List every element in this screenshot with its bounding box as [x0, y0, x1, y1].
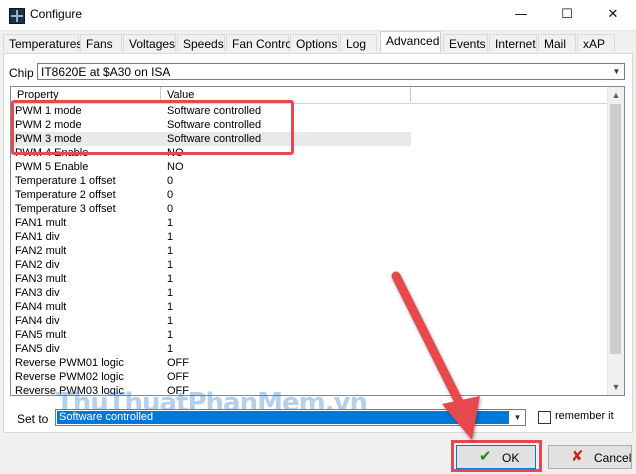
- property-cell: FAN4 mult: [15, 301, 67, 313]
- property-cell: Reverse PWM01 logic: [15, 357, 124, 369]
- title-bar: Configure — ☐ ✕: [0, 0, 636, 31]
- property-cell: FAN1 div: [15, 231, 60, 243]
- table-row[interactable]: PWM 5 Enable NO: [11, 160, 411, 174]
- set-to-label: Set to: [17, 412, 49, 426]
- scroll-down-icon[interactable]: ▼: [608, 379, 624, 395]
- tab-fans[interactable]: Fans: [80, 34, 122, 51]
- value-cell: 1: [167, 315, 174, 327]
- property-cell: PWM 5 Enable: [15, 161, 89, 173]
- chip-select[interactable]: IT8620E at $A30 on ISA ▼: [37, 63, 625, 80]
- value-cell: 1: [167, 343, 174, 355]
- property-cell: FAN4 div: [15, 315, 60, 327]
- value-cell: 1: [167, 287, 174, 299]
- annotation-arrow-icon: [391, 271, 480, 440]
- table-row[interactable]: FAN4 mult 1: [11, 300, 411, 314]
- property-cell: FAN5 mult: [15, 329, 67, 341]
- chevron-down-icon[interactable]: ▼: [510, 410, 525, 425]
- table-row[interactable]: FAN5 mult 1: [11, 328, 411, 342]
- chip-label: Chip: [9, 66, 34, 80]
- tab-log[interactable]: Log: [340, 34, 377, 51]
- table-row[interactable]: Reverse PWM02 logic OFF: [11, 370, 411, 384]
- table-row[interactable]: Reverse PWM01 logic OFF: [11, 356, 411, 370]
- table-row[interactable]: FAN2 mult 1: [11, 244, 411, 258]
- vertical-scrollbar[interactable]: ▲ ▼: [607, 87, 624, 395]
- close-button[interactable]: ✕: [590, 0, 636, 30]
- value-cell: 1: [167, 329, 174, 341]
- chevron-down-icon[interactable]: ▼: [609, 64, 624, 79]
- property-cell: FAN2 mult: [15, 245, 67, 257]
- tab-xap[interactable]: xAP: [577, 34, 615, 51]
- maximize-button[interactable]: ☐: [544, 0, 590, 30]
- table-row[interactable]: Temperature 2 offset 0: [11, 188, 411, 202]
- tab-options[interactable]: Options: [290, 34, 339, 51]
- value-cell: 0: [167, 203, 174, 215]
- value-cell: NO: [167, 161, 184, 173]
- cancel-button[interactable]: ✘ Cancel: [548, 445, 632, 469]
- remember-label: remember it: [555, 410, 614, 422]
- minimize-button[interactable]: —: [498, 0, 544, 30]
- highlight-box-pwm-modes: [11, 100, 294, 155]
- table-row[interactable]: FAN2 div 1: [11, 258, 411, 272]
- property-cell: Temperature 2 offset: [15, 189, 116, 201]
- window-title: Configure: [30, 7, 83, 21]
- value-cell: OFF: [167, 357, 189, 369]
- value-cell: 1: [167, 231, 174, 243]
- table-row[interactable]: FAN5 div 1: [11, 342, 411, 356]
- value-cell: 1: [167, 217, 174, 229]
- value-cell: OFF: [167, 371, 189, 383]
- property-cell: FAN1 mult: [15, 217, 67, 229]
- value-cell: 0: [167, 175, 174, 187]
- table-row[interactable]: FAN3 mult 1: [11, 272, 411, 286]
- property-cell: Temperature 3 offset: [15, 203, 116, 215]
- value-cell: 1: [167, 273, 174, 285]
- table-row[interactable]: FAN4 div 1: [11, 314, 411, 328]
- value-cell: 0: [167, 189, 174, 201]
- app-icon: [9, 8, 25, 24]
- x-icon: ✘: [571, 448, 584, 465]
- property-cell: Temperature 1 offset: [15, 175, 116, 187]
- tab-events[interactable]: Events: [443, 34, 488, 51]
- tab-fan-control[interactable]: Fan Control: [226, 34, 295, 51]
- property-cell: FAN3 mult: [15, 273, 67, 285]
- table-row[interactable]: FAN1 mult 1: [11, 216, 411, 230]
- tab-temperatures[interactable]: Temperatures: [3, 34, 82, 51]
- tab-mail[interactable]: Mail: [538, 34, 576, 51]
- tab-voltages[interactable]: Voltages: [123, 34, 176, 51]
- tab-speeds[interactable]: Speeds: [177, 34, 225, 51]
- table-row[interactable]: FAN3 div 1: [11, 286, 411, 300]
- property-cell: Reverse PWM02 logic: [15, 371, 124, 383]
- cancel-label: Cancel: [594, 451, 632, 465]
- scroll-thumb[interactable]: [610, 104, 621, 354]
- tab-internet[interactable]: Internet: [489, 34, 537, 51]
- table-row[interactable]: Temperature 1 offset 0: [11, 174, 411, 188]
- value-cell: 1: [167, 259, 174, 271]
- scroll-up-icon[interactable]: ▲: [608, 87, 624, 103]
- value-cell: 1: [167, 245, 174, 257]
- table-row[interactable]: FAN1 div 1: [11, 230, 411, 244]
- property-cell: FAN3 div: [15, 287, 60, 299]
- tab-advanced[interactable]: Advanced: [380, 31, 441, 52]
- value-cell: 1: [167, 301, 174, 313]
- table-row[interactable]: Temperature 3 offset 0: [11, 202, 411, 216]
- chip-value: IT8620E at $A30 on ISA: [41, 65, 171, 79]
- property-cell: FAN5 div: [15, 343, 60, 355]
- property-cell: FAN2 div: [15, 259, 60, 271]
- checkbox-icon[interactable]: [538, 411, 551, 424]
- tab-strip: Temperatures Fans Voltages Speeds Fan Co…: [3, 31, 633, 55]
